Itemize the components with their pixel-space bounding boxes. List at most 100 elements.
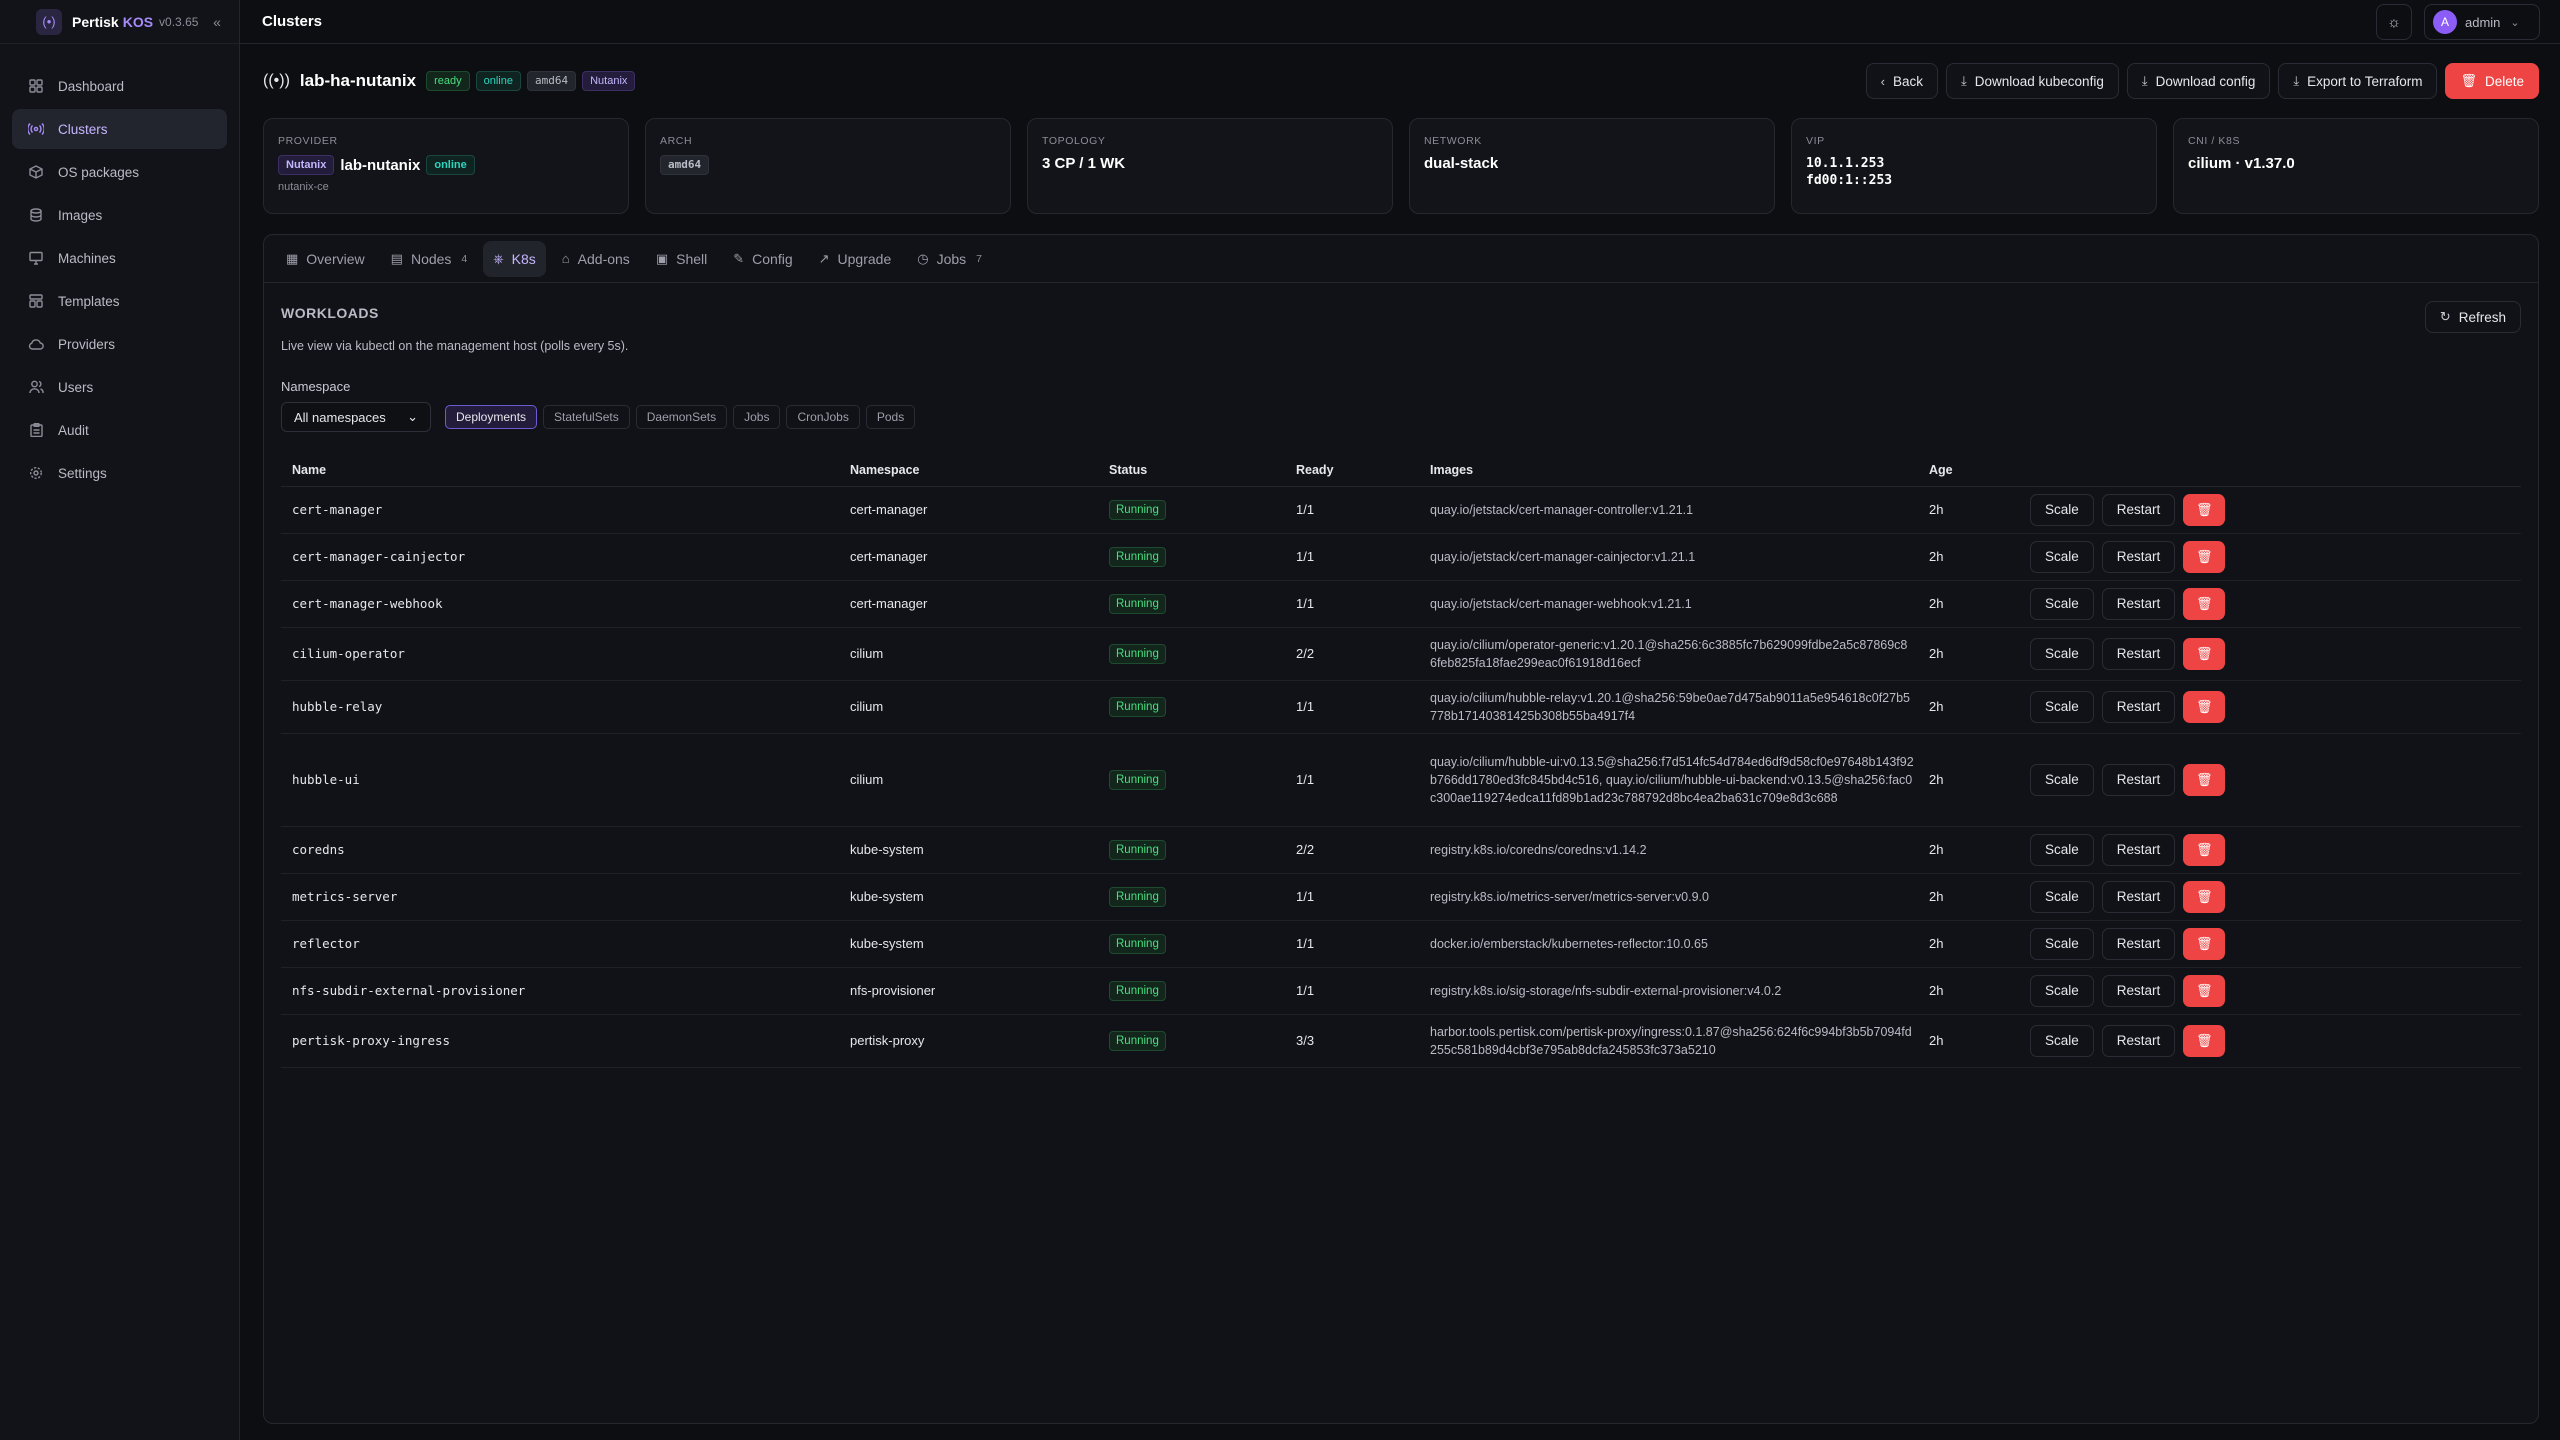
tab-add-ons[interactable]: ⌂ Add-ons xyxy=(552,241,640,277)
restart-button[interactable]: Restart xyxy=(2101,587,2176,620)
user-menu-button[interactable]: A admin ⌄ xyxy=(2424,4,2540,40)
kind-statefulsets[interactable]: StatefulSets xyxy=(543,405,630,429)
sidebar-item-settings[interactable]: Settings xyxy=(12,453,227,493)
card-label: ARCH xyxy=(660,135,693,147)
card-label: NETWORK xyxy=(1424,135,1482,147)
trash-icon: 🗑 xyxy=(2196,698,2213,714)
scale-button[interactable]: Scale xyxy=(2030,1024,2094,1057)
workload-age: 2h xyxy=(1918,680,2019,734)
sidebar-item-clusters[interactable]: Clusters xyxy=(12,109,227,149)
database-icon xyxy=(28,207,44,223)
scale-button[interactable]: Scale xyxy=(2030,587,2094,620)
workload-status-cell: Running xyxy=(1098,873,1285,921)
workload-actions: Scale Restart 🗑 xyxy=(2019,486,2521,534)
delete-workload-button[interactable]: 🗑 xyxy=(2183,927,2226,960)
status-badge-ready: ready xyxy=(426,71,470,91)
workloads-table-body: cert-manager cert-manager Running 1/1 quay.i… xyxy=(281,486,2521,1068)
theme-toggle-button[interactable]: ☼ xyxy=(2376,4,2412,40)
export-terraform-button[interactable]: ⤓ Export to Terraform xyxy=(2278,63,2438,99)
helm-icon: ⎈ xyxy=(493,250,504,266)
sidebar-item-dashboard[interactable]: Dashboard xyxy=(12,66,227,106)
tab-jobs[interactable]: ◷ Jobs 7 xyxy=(907,241,992,277)
workload-status-cell: Running xyxy=(1098,627,1285,681)
workload-ready: 1/1 xyxy=(1285,920,1419,968)
namespace-select[interactable]: All namespaces ⌄ xyxy=(281,402,431,432)
delete-workload-button[interactable]: 🗑 xyxy=(2183,493,2226,526)
delete-workload-button[interactable]: 🗑 xyxy=(2183,540,2226,573)
restart-button[interactable]: Restart xyxy=(2101,974,2176,1007)
sidebar-nav: Dashboard Clusters OS packages Images Ma… xyxy=(0,44,239,493)
back-button[interactable]: ‹ Back xyxy=(1865,63,1938,99)
delete-workload-button[interactable]: 🗑 xyxy=(2183,1024,2226,1057)
status-badge: Running xyxy=(1109,933,1166,954)
delete-workload-button[interactable]: 🗑 xyxy=(2183,637,2226,670)
workload-age: 2h xyxy=(1918,533,2019,581)
scale-button[interactable]: Scale xyxy=(2030,880,2094,913)
restart-button[interactable]: Restart xyxy=(2101,763,2176,796)
kind-deployments[interactable]: Deployments xyxy=(445,405,538,429)
sidebar-item-machines[interactable]: Machines xyxy=(12,238,227,278)
sidebar-item-audit[interactable]: Audit xyxy=(12,410,227,450)
workload-name: metrics-server xyxy=(281,873,839,921)
restart-button[interactable]: Restart xyxy=(2101,540,2176,573)
restart-button[interactable]: Restart xyxy=(2101,690,2176,723)
restart-button[interactable]: Restart xyxy=(2101,637,2176,670)
kind-jobs[interactable]: Jobs xyxy=(733,405,781,429)
scale-button[interactable]: Scale xyxy=(2030,974,2094,1007)
trash-icon: 🗑 xyxy=(2196,982,2213,998)
workload-name: hubble-relay xyxy=(281,680,839,734)
kind-cronjobs[interactable]: CronJobs xyxy=(786,405,860,429)
sidebar-item-os-packages[interactable]: OS packages xyxy=(12,152,227,192)
scale-button[interactable]: Scale xyxy=(2030,763,2094,796)
refresh-button[interactable]: ↻ Refresh xyxy=(2424,301,2521,333)
sidebar-item-templates[interactable]: Templates xyxy=(12,281,227,321)
workload-namespace: pertisk-proxy xyxy=(839,1014,1098,1068)
scale-button[interactable]: Scale xyxy=(2030,833,2094,866)
tab-overview[interactable]: ▦ Overview xyxy=(276,241,375,277)
kind-daemonsets[interactable]: DaemonSets xyxy=(635,405,728,429)
restart-button[interactable]: Restart xyxy=(2101,833,2176,866)
table-row: cilium-operator cilium Running 2/2 quay.io/c… xyxy=(281,627,2521,681)
delete-workload-button[interactable]: 🗑 xyxy=(2183,974,2226,1007)
card-label: TOPOLOGY xyxy=(1042,135,1106,147)
restart-button[interactable]: Restart xyxy=(2101,493,2176,526)
delete-workload-button[interactable]: 🗑 xyxy=(2183,763,2226,796)
restart-button[interactable]: Restart xyxy=(2101,880,2176,913)
download-icon: ⤓ xyxy=(1960,73,1967,88)
provider-badge: Nutanix xyxy=(582,71,636,91)
delete-workload-button[interactable]: 🗑 xyxy=(2183,690,2226,723)
user-name: admin xyxy=(2465,14,2501,30)
scale-button[interactable]: Scale xyxy=(2030,637,2094,670)
sidebar-item-users[interactable]: Users xyxy=(12,367,227,407)
restart-button[interactable]: Restart xyxy=(2101,927,2176,960)
delete-button[interactable]: 🗑 Delete xyxy=(2445,63,2539,99)
tab-nodes[interactable]: ▤ Nodes 4 xyxy=(381,241,478,277)
vip-card: VIP 10.1.1.253 fd00:1::253 xyxy=(1791,118,2157,214)
cni-value: cilium · v1.37.0 xyxy=(2188,155,2295,172)
collapse-sidebar-icon[interactable]: « xyxy=(207,12,227,32)
scale-button[interactable]: Scale xyxy=(2030,927,2094,960)
tab-shell[interactable]: ▣ Shell xyxy=(646,241,717,277)
workload-actions: Scale Restart 🗑 xyxy=(2019,680,2521,734)
scale-button[interactable]: Scale xyxy=(2030,540,2094,573)
sidebar-item-providers[interactable]: Providers xyxy=(12,324,227,364)
sidebar-item-images[interactable]: Images xyxy=(12,195,227,235)
workload-images: registry.k8s.io/coredns/coredns:v1.14.2 xyxy=(1419,826,1918,874)
workload-images: quay.io/jetstack/cert-manager-cainjector… xyxy=(1419,533,1918,581)
workload-status-cell: Running xyxy=(1098,486,1285,534)
download-config-button[interactable]: ⤓ Download config xyxy=(2126,63,2271,99)
restart-button[interactable]: Restart xyxy=(2101,1024,2176,1057)
delete-workload-button[interactable]: 🗑 xyxy=(2183,587,2226,620)
workload-status-cell: Running xyxy=(1098,1014,1285,1068)
delete-workload-button[interactable]: 🗑 xyxy=(2183,880,2226,913)
delete-workload-button[interactable]: 🗑 xyxy=(2183,833,2226,866)
scale-button[interactable]: Scale xyxy=(2030,690,2094,723)
tab-upgrade[interactable]: ↗ Upgrade xyxy=(809,241,902,277)
workload-status-cell: Running xyxy=(1098,826,1285,874)
tab-k8s[interactable]: ⎈ K8s xyxy=(483,240,546,277)
kind-pods[interactable]: Pods xyxy=(865,405,916,429)
tab-label: K8s xyxy=(511,250,536,267)
scale-button[interactable]: Scale xyxy=(2030,493,2094,526)
download-kubeconfig-button[interactable]: ⤓ Download kubeconfig xyxy=(1945,63,2119,99)
tab-config[interactable]: ✎ Config xyxy=(723,241,802,277)
